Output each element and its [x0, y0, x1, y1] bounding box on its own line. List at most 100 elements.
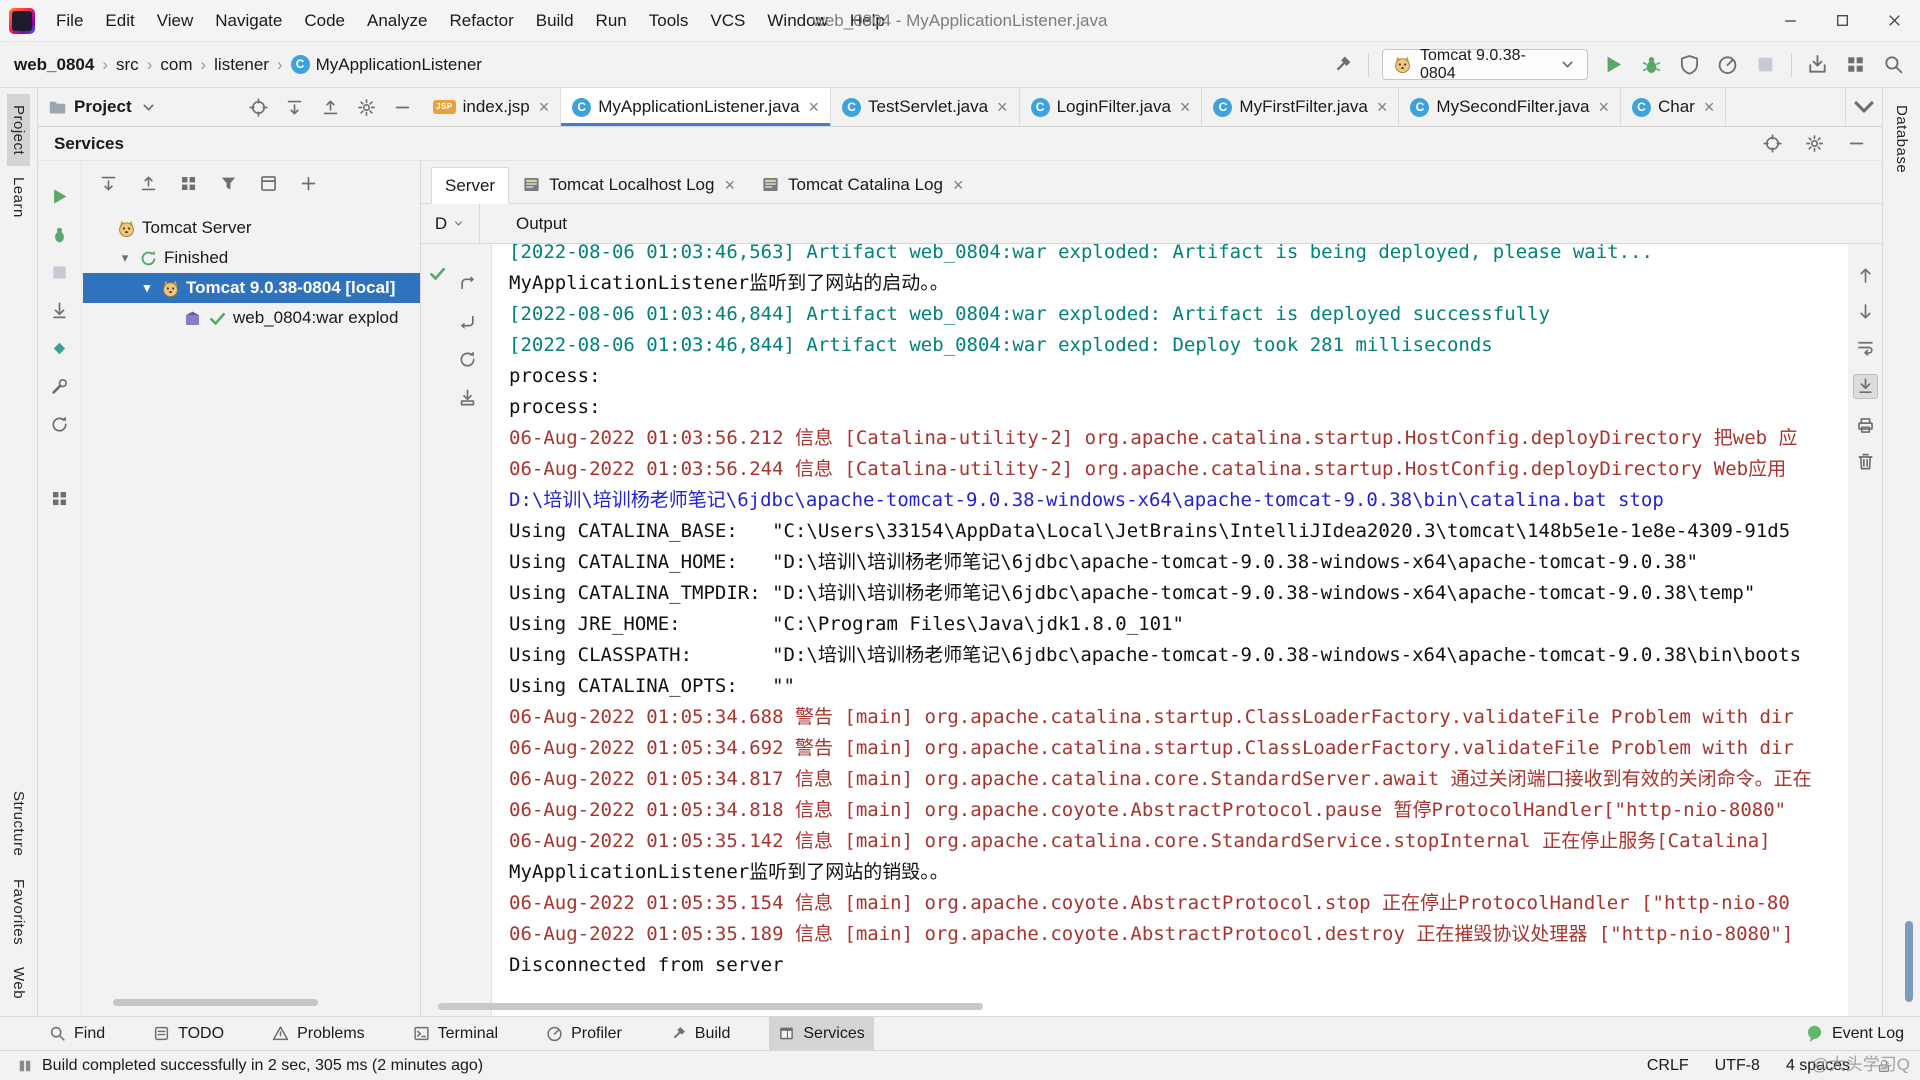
editor-tab-myfirstfilter-java[interactable]: C MyFirstFilter.java ×: [1202, 88, 1400, 126]
tree-item-tomcat-9-0-38-0804-local[interactable]: ▾ Tomcat 9.0.38-0804 [local]: [83, 273, 420, 303]
redeploy-icon[interactable]: [458, 274, 477, 293]
restart-server-icon[interactable]: [458, 350, 477, 369]
layout-icon[interactable]: [1843, 52, 1868, 77]
lock-icon[interactable]: [1876, 1058, 1892, 1074]
toolwindow-button-todo[interactable]: TODO: [144, 1017, 233, 1050]
close-icon[interactable]: ×: [1704, 98, 1715, 116]
import-icon[interactable]: [458, 388, 477, 407]
minimize-button[interactable]: [1764, 0, 1816, 41]
menu-item-analyze[interactable]: Analyze: [356, 0, 438, 42]
editor-tab-loginfilter-java[interactable]: C LoginFilter.java ×: [1020, 88, 1203, 126]
expand-all-icon[interactable]: [285, 98, 304, 117]
collapse-all-icon[interactable]: [139, 174, 158, 193]
tool-stripe-database[interactable]: Database: [1890, 94, 1913, 184]
close-icon[interactable]: ×: [809, 98, 820, 116]
close-icon[interactable]: ×: [953, 176, 964, 194]
editor-tab-mysecondfilter-java[interactable]: C MySecondFilter.java ×: [1399, 88, 1621, 126]
float-mode-icon[interactable]: [1763, 134, 1782, 153]
toolwindow-button-problems[interactable]: Problems: [263, 1017, 374, 1050]
menu-item-code[interactable]: Code: [293, 0, 356, 42]
close-icon[interactable]: ×: [724, 176, 735, 194]
services-tab-tomcat-localhost-log[interactable]: Tomcat Localhost Log ×: [509, 166, 748, 203]
close-icon[interactable]: ×: [997, 98, 1008, 116]
status-widget-icon[interactable]: [18, 1059, 32, 1073]
toolwindow-button-profiler[interactable]: Profiler: [537, 1017, 631, 1050]
hidden-tabs-chevron-icon[interactable]: [1845, 88, 1882, 126]
deploy-all-icon[interactable]: [50, 301, 69, 320]
wrench-icon[interactable]: [50, 377, 69, 396]
toolwindow-button-services[interactable]: Services: [769, 1017, 874, 1050]
tool-stripe-web[interactable]: Web: [7, 956, 30, 1010]
deploy-log-tab[interactable]: D: [421, 204, 480, 243]
maximize-button[interactable]: [1816, 0, 1868, 41]
console-output[interactable]: [2022-08-06 01:03:46,563] Artifact web_0…: [491, 244, 1848, 1016]
debug-service-icon[interactable]: [50, 225, 69, 244]
refresh-icon[interactable]: [50, 415, 69, 434]
toolwindow-button-find[interactable]: Find: [40, 1017, 114, 1050]
toolwindow-button-terminal[interactable]: Terminal: [404, 1017, 507, 1050]
toolwindow-button-build[interactable]: Build: [661, 1017, 740, 1050]
menu-item-refactor[interactable]: Refactor: [438, 0, 524, 42]
services-diamond-icon[interactable]: [50, 339, 69, 358]
menu-item-build[interactable]: Build: [525, 0, 585, 42]
soft-wrap-icon[interactable]: [1856, 338, 1875, 357]
update-project-icon[interactable]: [1805, 52, 1830, 77]
collapse-all-icon[interactable]: [321, 98, 340, 117]
breadcrumb-item-myapplicationlistener[interactable]: MyApplicationListener: [316, 55, 482, 75]
scroll-down-icon[interactable]: [1856, 302, 1875, 321]
close-icon[interactable]: ×: [1180, 98, 1191, 116]
output-tab-label[interactable]: Output: [516, 214, 567, 234]
coverage-button[interactable]: [1677, 52, 1702, 77]
vertical-scrollbar-thumb[interactable]: [1905, 921, 1913, 1002]
settings-gear-icon[interactable]: [1805, 134, 1824, 153]
project-panel-header[interactable]: Project: [38, 88, 422, 126]
profiler-button[interactable]: [1715, 52, 1740, 77]
search-everywhere-icon[interactable]: [1881, 52, 1906, 77]
menu-item-run[interactable]: Run: [585, 0, 638, 42]
filter-icon[interactable]: [219, 174, 238, 193]
scroll-up-icon[interactable]: [1856, 266, 1875, 285]
tool-stripe-structure[interactable]: Structure: [7, 780, 30, 867]
close-icon[interactable]: ×: [539, 98, 550, 116]
stop-button[interactable]: [1753, 52, 1778, 77]
close-icon[interactable]: ×: [1377, 98, 1388, 116]
settings-gear-icon[interactable]: [357, 98, 376, 117]
menu-item-file[interactable]: File: [45, 0, 94, 42]
run-button[interactable]: [1601, 52, 1626, 77]
tool-stripe-favorites[interactable]: Favorites: [7, 868, 30, 956]
group-by-icon[interactable]: [179, 174, 198, 193]
hide-panel-icon[interactable]: [1847, 134, 1866, 153]
services-tab-tomcat-catalina-log[interactable]: Tomcat Catalina Log ×: [748, 166, 977, 203]
hide-panel-icon[interactable]: [393, 98, 412, 117]
console-horizontal-scrollbar[interactable]: [438, 1003, 983, 1010]
locate-file-icon[interactable]: [249, 97, 268, 117]
chevron-down-icon[interactable]: [139, 98, 158, 117]
menu-item-navigate[interactable]: Navigate: [204, 0, 293, 42]
show-configuration-icon[interactable]: [259, 174, 278, 193]
indent-indicator[interactable]: 4 spaces: [1786, 1057, 1850, 1075]
tool-stripe-learn[interactable]: Learn: [7, 166, 30, 229]
close-button[interactable]: [1868, 0, 1920, 41]
expand-all-icon[interactable]: [99, 174, 118, 193]
editor-tab-index-jsp[interactable]: JSP index.jsp ×: [422, 88, 562, 126]
tree-horizontal-scrollbar[interactable]: [113, 999, 318, 1006]
editor-tab-myapplicationlistener-java[interactable]: C MyApplicationListener.java ×: [561, 88, 832, 126]
dashboard-icon[interactable]: [50, 489, 69, 508]
breadcrumb-item-src[interactable]: src: [116, 55, 139, 75]
editor-tab-testservlet-java[interactable]: C TestServlet.java ×: [831, 88, 1020, 126]
build-hammer-icon[interactable]: [1330, 52, 1355, 77]
menu-item-edit[interactable]: Edit: [94, 0, 145, 42]
event-log-button[interactable]: Event Log: [1805, 1024, 1904, 1043]
chevron-down-icon[interactable]: ▾: [117, 250, 133, 266]
run-configuration-select[interactable]: Tomcat 9.0.38-0804: [1382, 47, 1588, 82]
menu-item-vcs[interactable]: VCS: [699, 0, 756, 42]
breadcrumb-item-listener[interactable]: listener: [214, 55, 269, 75]
editor-tab-char[interactable]: C Char ×: [1621, 88, 1727, 126]
run-service-icon[interactable]: [50, 187, 69, 206]
add-service-icon[interactable]: [299, 174, 318, 193]
close-icon[interactable]: ×: [1598, 98, 1609, 116]
menu-item-tools[interactable]: Tools: [638, 0, 700, 42]
breadcrumb-item-web-0804[interactable]: web_0804: [14, 55, 94, 75]
undeploy-icon[interactable]: [458, 312, 477, 331]
encoding-indicator[interactable]: UTF-8: [1715, 1057, 1760, 1075]
